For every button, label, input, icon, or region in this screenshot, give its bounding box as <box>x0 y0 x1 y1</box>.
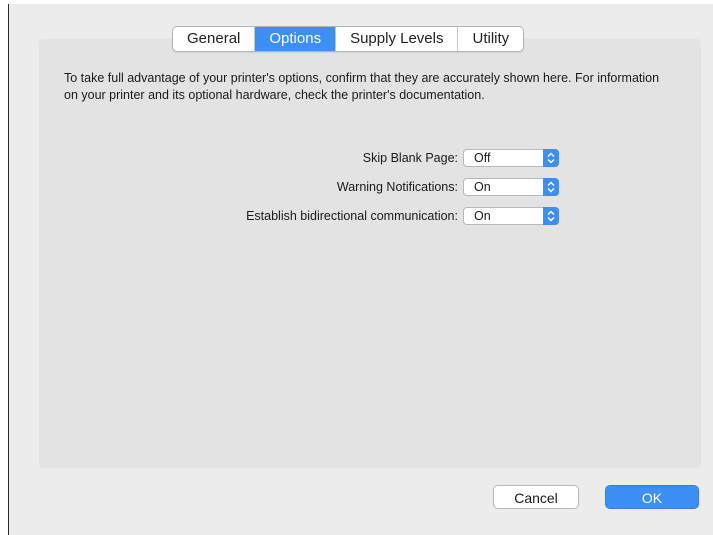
bidirectional-communication-label: Establish bidirectional communication: <box>246 209 458 223</box>
option-row-bidirectional-communication: Establish bidirectional communication: O… <box>246 205 559 227</box>
up-down-chevron-icon <box>543 178 559 196</box>
bidirectional-communication-value: On <box>474 209 491 223</box>
option-row-warning-notifications: Warning Notifications: On <box>337 176 559 198</box>
options-description: To take full advantage of your printer's… <box>64 71 660 102</box>
warning-notifications-value: On <box>474 180 491 194</box>
tab-bar: General Options Supply Levels Utility <box>172 26 525 52</box>
bidirectional-communication-select[interactable]: On <box>463 207 559 225</box>
printer-options-dialog: General Options Supply Levels Utility To… <box>8 4 713 535</box>
warning-notifications-select[interactable]: On <box>463 178 559 196</box>
skip-blank-page-label: Skip Blank Page: <box>362 151 458 165</box>
skip-blank-page-value: Off <box>474 151 491 165</box>
up-down-chevron-icon <box>543 207 559 225</box>
warning-notifications-label: Warning Notifications: <box>336 180 458 194</box>
ok-button[interactable]: OK <box>605 485 699 509</box>
tab-general[interactable]: General <box>173 27 256 51</box>
skip-blank-page-select[interactable]: Off <box>463 149 559 167</box>
up-down-chevron-icon <box>543 149 559 167</box>
option-row-skip-blank-page: Skip Blank Page: Off <box>363 147 559 169</box>
cancel-button[interactable]: Cancel <box>493 485 579 509</box>
tab-supply-levels[interactable]: Supply Levels <box>336 27 459 51</box>
tab-options[interactable]: Options <box>255 27 337 51</box>
tab-utility[interactable]: Utility <box>458 27 523 51</box>
